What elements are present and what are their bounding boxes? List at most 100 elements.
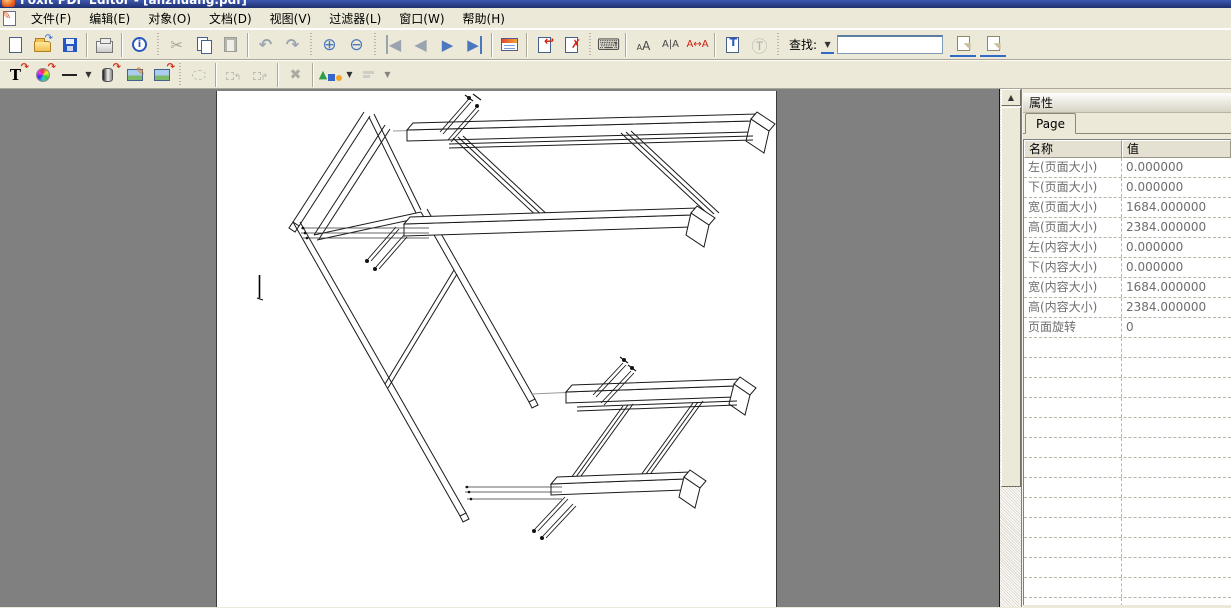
add-text-icon: T bbox=[10, 66, 21, 84]
new-document-button[interactable] bbox=[2, 32, 29, 58]
keyboard-icon: ⌨ bbox=[597, 35, 620, 54]
panel-tabs: Page bbox=[1023, 113, 1231, 134]
scroll-up-button[interactable]: ▲ bbox=[1001, 89, 1021, 106]
empty-row bbox=[1024, 478, 1231, 498]
zoom-out-button[interactable]: ⊖ bbox=[343, 32, 370, 58]
text-caret bbox=[257, 275, 263, 300]
empty-row bbox=[1024, 418, 1231, 438]
property-row[interactable]: 左(内容大小)0.000000 bbox=[1024, 238, 1231, 258]
last-page-button[interactable]: ▶ bbox=[461, 32, 488, 58]
gradient-icon bbox=[102, 68, 113, 82]
find-previous-button[interactable] bbox=[950, 33, 976, 57]
menu-help[interactable]: 帮助(H) bbox=[454, 8, 514, 29]
property-row[interactable]: 左(页面大小)0.000000 bbox=[1024, 158, 1231, 178]
property-row[interactable]: 下(页面大小)0.000000 bbox=[1024, 178, 1231, 198]
menu-object[interactable]: 对象(O) bbox=[139, 8, 200, 29]
property-row[interactable]: 高(页面大小)2384.000000 bbox=[1024, 218, 1231, 238]
font-tracking-button[interactable]: A↔A bbox=[684, 32, 711, 58]
find-input[interactable] bbox=[837, 35, 943, 54]
empty-row bbox=[1024, 438, 1231, 458]
delete-object-button[interactable]: ✖ bbox=[282, 62, 309, 88]
scroll-thumb[interactable] bbox=[1001, 107, 1021, 487]
font-spacing-icon: A|A bbox=[662, 39, 679, 50]
redo-button[interactable]: ↷ bbox=[279, 32, 306, 58]
menu-filter[interactable]: 过滤器(L) bbox=[320, 8, 390, 29]
cut-button[interactable]: ✂ bbox=[163, 32, 190, 58]
property-row[interactable]: 下(内容大小)0.000000 bbox=[1024, 258, 1231, 278]
edit-image-button[interactable]: ✎ bbox=[121, 62, 148, 88]
font-spacing-button[interactable]: A|A bbox=[657, 32, 684, 58]
document-info-button[interactable]: i bbox=[126, 32, 153, 58]
previous-page-button[interactable]: ◀ bbox=[407, 32, 434, 58]
open-icon bbox=[34, 41, 51, 52]
send-backward-button[interactable]: ↱ bbox=[247, 62, 274, 88]
empty-row bbox=[1024, 358, 1231, 378]
document-page[interactable] bbox=[216, 91, 777, 607]
font-size-button[interactable]: AA bbox=[630, 32, 657, 58]
menu-document[interactable]: 文档(D) bbox=[200, 8, 261, 29]
paste-button[interactable] bbox=[217, 32, 244, 58]
column-name[interactable]: 名称 bbox=[1024, 140, 1122, 158]
column-value[interactable]: 值 bbox=[1122, 140, 1231, 158]
add-line-button[interactable] bbox=[56, 62, 83, 88]
open-button[interactable] bbox=[29, 32, 56, 58]
delete-page-button[interactable]: ✗ bbox=[558, 32, 585, 58]
text-tool-icon: Ⓣ bbox=[751, 33, 767, 57]
text-tool-button[interactable]: Ⓣ bbox=[746, 32, 773, 58]
page-layout-button[interactable] bbox=[496, 32, 523, 58]
gradient-arrow-icon: ↷ bbox=[113, 62, 121, 73]
save-icon bbox=[63, 38, 77, 52]
add-image-button[interactable]: ↷ bbox=[148, 62, 175, 88]
add-text-button[interactable]: T↷ bbox=[2, 62, 29, 88]
align-dropdown[interactable]: ▼ bbox=[382, 70, 393, 79]
previous-page-icon: ◀ bbox=[414, 35, 426, 54]
edit-object-button[interactable] bbox=[185, 62, 212, 88]
bring-forward-button[interactable]: ↰ bbox=[220, 62, 247, 88]
add-shapes-button[interactable]: ▲ bbox=[317, 62, 344, 88]
rotate-page-button[interactable]: ↩ bbox=[531, 32, 558, 58]
zoom-out-icon: ⊖ bbox=[349, 35, 363, 55]
print-button[interactable] bbox=[91, 32, 118, 58]
find-next-button[interactable] bbox=[980, 33, 1006, 57]
menu-edit[interactable]: 编辑(E) bbox=[80, 8, 139, 29]
lasso-icon bbox=[192, 70, 206, 80]
font-size-icon: AA bbox=[637, 35, 651, 54]
line-icon bbox=[62, 74, 77, 76]
insert-text-t: T bbox=[729, 36, 737, 49]
menu-view[interactable]: 视图(V) bbox=[261, 8, 321, 29]
keyboard-button[interactable]: ⌨ bbox=[595, 32, 622, 58]
find-dropdown[interactable]: ▼ bbox=[821, 36, 834, 54]
property-row[interactable]: 页面旋转0 bbox=[1024, 318, 1231, 338]
copy-button[interactable] bbox=[190, 32, 217, 58]
zoom-in-icon: ⊕ bbox=[322, 35, 336, 55]
workspace: ▲ 属性 Page 名称 值 左(页面大小)0.000000 下(页面大小)0.… bbox=[0, 89, 1231, 607]
zoom-in-button[interactable]: ⊕ bbox=[316, 32, 343, 58]
align-button[interactable] bbox=[355, 62, 382, 88]
properties-table: 名称 值 左(页面大小)0.000000 下(页面大小)0.000000 宽(页… bbox=[1023, 139, 1231, 605]
add-shading-button[interactable]: ↷ bbox=[29, 62, 56, 88]
find-group: 查找: ▼ bbox=[785, 33, 1006, 57]
find-label: 查找: bbox=[789, 36, 817, 53]
undo-button[interactable]: ↶ bbox=[252, 32, 279, 58]
tab-page[interactable]: Page bbox=[1025, 113, 1076, 134]
first-page-button[interactable]: ◀ bbox=[380, 32, 407, 58]
vertical-scrollbar[interactable]: ▲ bbox=[999, 89, 1021, 607]
empty-row bbox=[1024, 458, 1231, 478]
insert-text-button[interactable]: T bbox=[719, 32, 746, 58]
empty-row bbox=[1024, 518, 1231, 538]
menu-file[interactable]: 文件(F) bbox=[22, 8, 80, 29]
property-row[interactable]: 高(内容大小)2384.000000 bbox=[1024, 298, 1231, 318]
application-window: Foxit PDF Editor - [anzhuang.pdf] 文件(F) … bbox=[0, 0, 1231, 608]
empty-row bbox=[1024, 558, 1231, 578]
next-page-button[interactable]: ▶ bbox=[434, 32, 461, 58]
menu-window[interactable]: 窗口(W) bbox=[390, 8, 453, 29]
shading-arrow-icon: ↷ bbox=[48, 62, 56, 73]
shapes-dropdown[interactable]: ▼ bbox=[344, 70, 355, 79]
property-row[interactable]: 宽(内容大小)1684.000000 bbox=[1024, 278, 1231, 298]
rotate-arrow-icon: ↩ bbox=[544, 34, 554, 48]
line-dropdown[interactable]: ▼ bbox=[83, 70, 94, 79]
property-row[interactable]: 宽(页面大小)1684.000000 bbox=[1024, 198, 1231, 218]
add-gradient-button[interactable]: ↷ bbox=[94, 62, 121, 88]
last-page-icon: ▶ bbox=[467, 36, 482, 54]
save-button[interactable] bbox=[56, 32, 83, 58]
